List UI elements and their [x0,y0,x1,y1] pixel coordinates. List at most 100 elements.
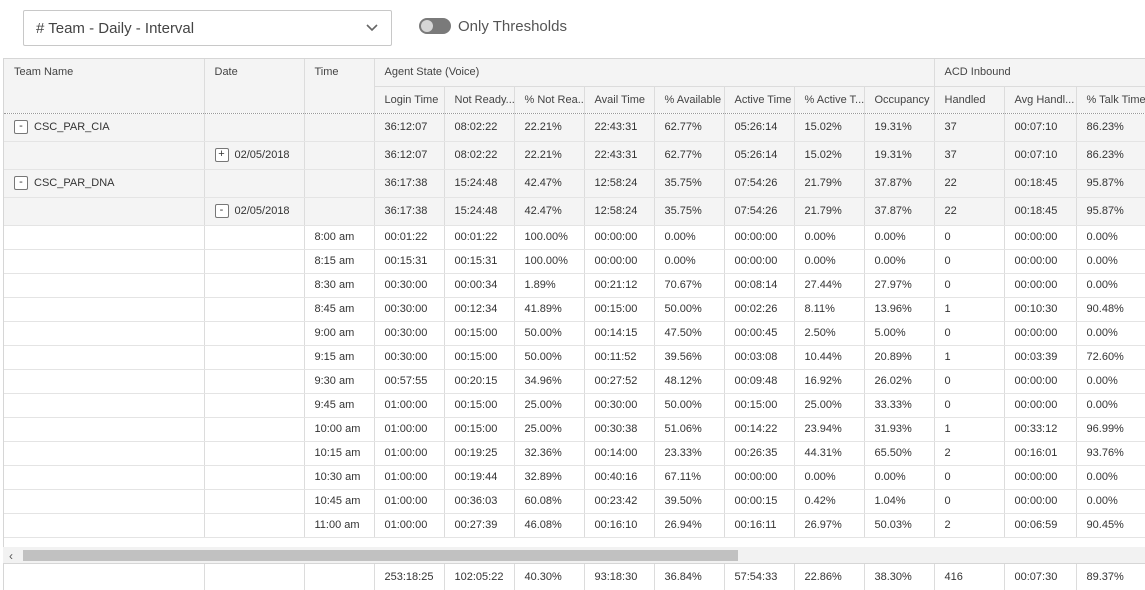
metric-cell: 36:17:38 [374,197,445,226]
team-cell [4,345,205,370]
collapse-icon[interactable]: - [14,120,28,134]
metric-cell: 0.00% [1076,225,1145,250]
group-header-acd-inbound: ACD Inbound [934,59,1145,87]
view-selector-dropdown[interactable]: # Team - Daily - Interval [23,10,392,46]
metric-cell: 0 [934,321,1005,346]
team-cell [4,141,205,170]
time-cell: 10:45 am [304,489,375,514]
team-cell [4,489,205,514]
column-header-metric[interactable]: Avg Handl... [1004,86,1077,114]
metric-cell: 08:02:22 [444,113,515,142]
column-header-metric[interactable]: Not Ready... [444,86,515,114]
metric-cell: 00:33:12 [1004,417,1077,442]
column-header-metric[interactable]: % Talk Time [1076,86,1145,114]
metric-cell: 21.79% [794,169,865,198]
team-cell [4,393,205,418]
metric-cell: 00:11:52 [584,345,655,370]
metric-cell: 00:15:00 [444,321,515,346]
totals-cell: 22.86% [794,564,865,590]
collapse-icon[interactable]: - [214,204,229,218]
date-cell [204,249,305,274]
metric-cell: 0 [934,393,1005,418]
metric-cell: 00:00:34 [444,273,515,298]
metric-cell: 00:02:26 [724,297,795,322]
column-header-metric[interactable]: Login Time [374,86,445,114]
date-cell [204,369,305,394]
date-cell: -02/05/2018 [204,197,305,226]
table-row: 9:45 am 01:00:00 00:15:00 25.00% 00:30:00 50.… [4,393,1145,418]
collapse-icon[interactable]: - [14,176,28,190]
time-cell: 11:00 am [304,513,375,538]
team-name: CSC_PAR_DNA [34,176,115,189]
metric-cell: 00:19:25 [444,441,515,466]
metric-cell: 00:00:00 [584,225,655,250]
time-cell [304,197,375,226]
metric-cell: 00:15:00 [724,393,795,418]
group-header-agent-state: Agent State (Voice) [374,59,935,87]
metric-cell: 00:30:00 [584,393,655,418]
metric-cell: 27.97% [864,273,935,298]
metric-cell: 1 [934,345,1005,370]
totals-cell: 416 [934,564,1005,590]
column-header-metric[interactable]: % Active T... [794,86,865,114]
metric-cell: 00:00:00 [1004,465,1077,490]
table-row: 10:00 am 01:00:00 00:15:00 25.00% 00:30:38 51… [4,417,1145,442]
report-grid: Team Name Date Time Agent State (Voice) … [3,58,1145,590]
metric-cell: 00:01:22 [374,225,445,250]
metric-cell: 00:27:39 [444,513,515,538]
metric-cell: 36:12:07 [374,141,445,170]
column-header-metric[interactable]: Handled [934,86,1005,114]
metric-cell: 00:03:08 [724,345,795,370]
metric-cell: 31.93% [864,417,935,442]
metric-cell: 19.31% [864,113,935,142]
metric-cell: 07:54:26 [724,197,795,226]
metric-cell: 05:26:14 [724,113,795,142]
expand-icon[interactable]: + [214,148,229,162]
metric-cell: 1 [934,417,1005,442]
metric-cell: 32.36% [514,441,585,466]
scroll-left-icon[interactable]: ‹ [9,549,13,563]
column-header-metric[interactable]: Occupancy [864,86,935,114]
totals-cell: 89.37% [1076,564,1145,590]
metric-cell: 25.00% [794,393,865,418]
date-cell [204,345,305,370]
totals-cell: 38.30% [864,564,935,590]
metric-cell: 35.75% [654,169,725,198]
metric-cell: 0 [934,249,1005,274]
scrollbar-thumb[interactable] [23,550,738,561]
metric-cell: 36:17:38 [374,169,445,198]
metric-cell: 25.00% [514,393,585,418]
metric-cell: 32.89% [514,465,585,490]
column-header-metric[interactable]: Avail Time [584,86,655,114]
column-header-team-name[interactable]: Team Name [4,59,205,114]
metric-cell: 0 [934,369,1005,394]
metric-cell: 0.42% [794,489,865,514]
time-cell [304,113,375,142]
team-cell [4,321,205,346]
metric-cell: 86.23% [1076,141,1145,170]
metric-cell: 00:08:14 [724,273,795,298]
column-header-metric[interactable]: % Available [654,86,725,114]
metric-cell: 1 [934,297,1005,322]
metric-cell: 00:18:45 [1004,197,1077,226]
metric-cell: 00:30:00 [374,297,445,322]
totals-cell: 253:18:25 [374,564,445,590]
horizontal-scrollbar[interactable]: ‹ [3,547,1145,563]
date-cell [204,489,305,514]
metric-cell: 37.87% [864,197,935,226]
metric-cell: 42.47% [514,197,585,226]
column-header-time[interactable]: Time [304,59,375,114]
metric-cell: 0.00% [794,465,865,490]
column-header-date[interactable]: Date [204,59,305,114]
metric-cell: 00:00:00 [724,225,795,250]
metric-cell: 08:02:22 [444,141,515,170]
column-header-metric[interactable]: % Not Rea... [514,86,585,114]
column-header-metric[interactable]: Active Time [724,86,795,114]
only-thresholds-toggle[interactable] [419,18,451,34]
metric-cell: 12:58:24 [584,169,655,198]
team-cell [4,249,205,274]
metric-cell: 00:27:52 [584,369,655,394]
metric-cell: 00:21:12 [584,273,655,298]
date-cell [204,465,305,490]
metric-cell: 00:00:00 [1004,249,1077,274]
